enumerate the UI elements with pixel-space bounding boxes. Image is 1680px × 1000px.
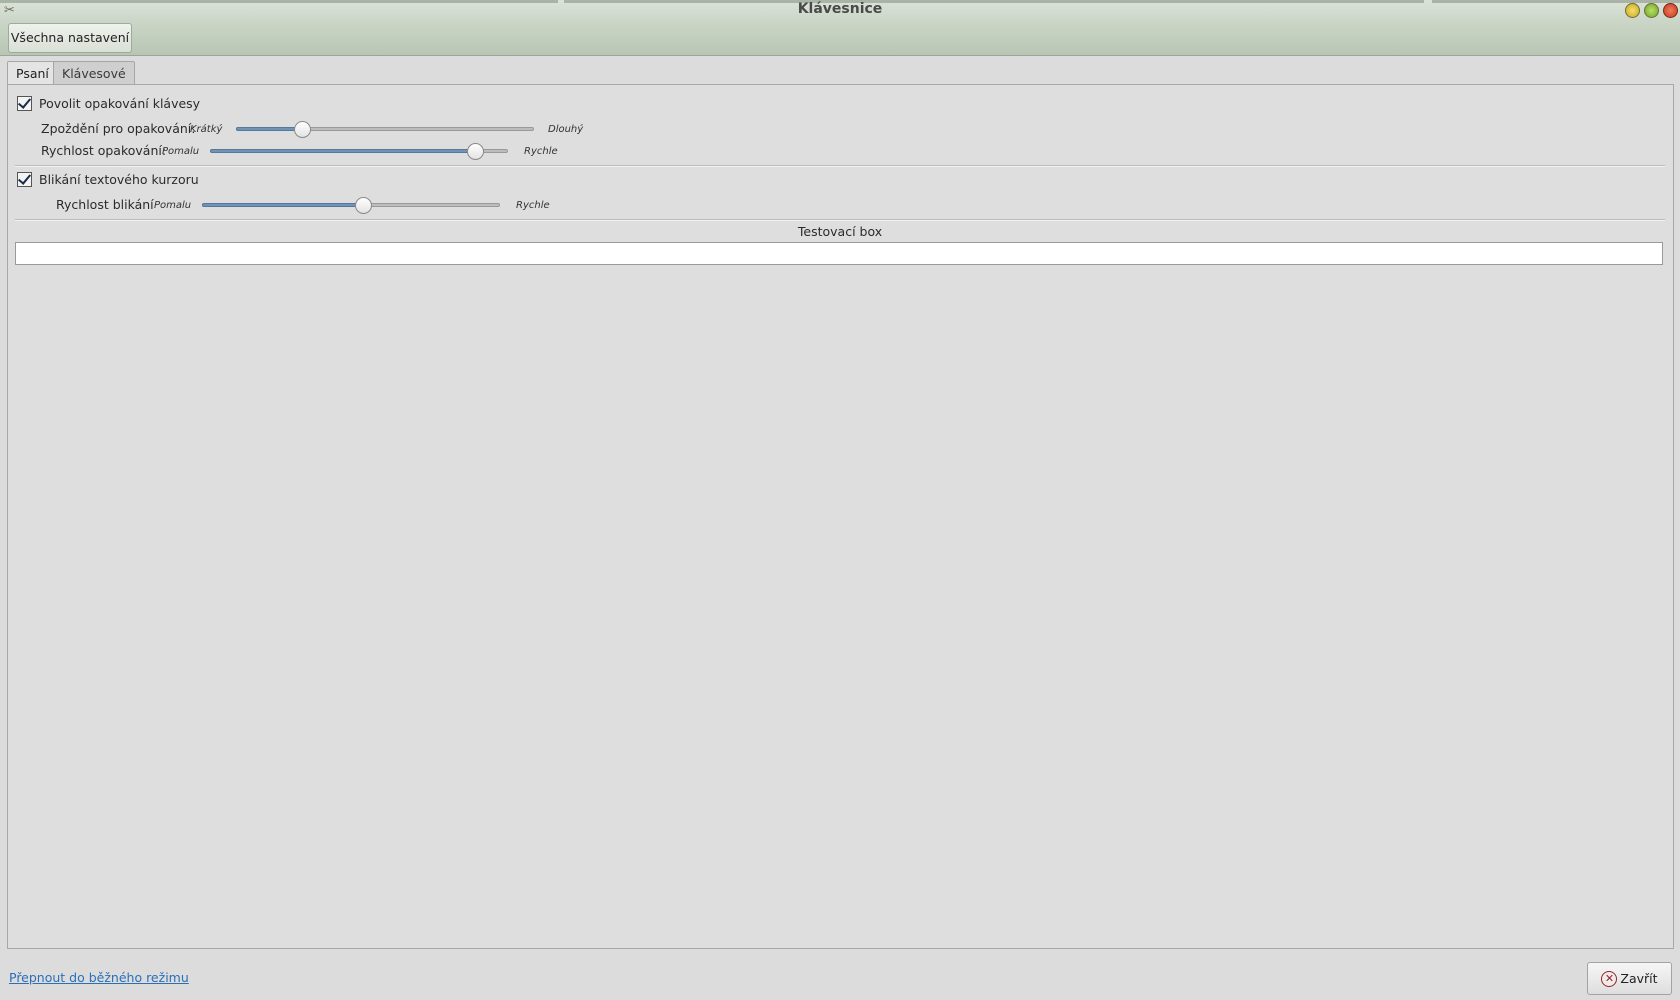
switch-normal-mode-link[interactable]: Přepnout do běžného režimu bbox=[9, 970, 189, 985]
window-title: Klávesnice bbox=[797, 1, 883, 17]
slider-handle[interactable] bbox=[293, 121, 311, 138]
maximize-icon[interactable] bbox=[1644, 3, 1659, 18]
blink-speed-slider[interactable] bbox=[202, 197, 500, 214]
cursor-blink-checkbox-row[interactable]: Blikání textového kurzoru bbox=[17, 172, 199, 187]
repeat-speed-slider[interactable] bbox=[210, 143, 508, 160]
repeat-keys-checkbox[interactable] bbox=[17, 96, 32, 111]
tab-typing[interactable]: Psaní bbox=[7, 61, 58, 86]
repeat-keys-checkbox-row[interactable]: Povolit opakování klávesy bbox=[17, 96, 200, 111]
test-box-label: Testovací box bbox=[797, 224, 883, 239]
tab-shortcuts[interactable]: Klávesové zkratky bbox=[53, 61, 135, 104]
slider-fill bbox=[236, 127, 302, 131]
blink-speed-max-label: Rychle bbox=[516, 200, 550, 211]
section-divider bbox=[15, 165, 1665, 167]
typing-panel bbox=[7, 84, 1674, 949]
close-icon: ✕ bbox=[1601, 970, 1618, 987]
section-divider bbox=[15, 219, 1665, 221]
minimize-icon[interactable] bbox=[1625, 3, 1640, 18]
repeat-delay-max-label: Dlouhý bbox=[548, 124, 584, 135]
close-button[interactable]: ✕ Zavřít bbox=[1587, 962, 1672, 995]
close-window-icon[interactable] bbox=[1663, 3, 1678, 18]
all-settings-button[interactable]: Všechna nastavení bbox=[8, 23, 132, 53]
test-box-input[interactable] bbox=[15, 242, 1663, 265]
slider-fill bbox=[210, 149, 476, 153]
repeat-speed-label: Rychlost opakování: bbox=[41, 143, 167, 158]
slider-fill bbox=[202, 203, 363, 207]
cursor-blink-checkbox[interactable] bbox=[17, 172, 32, 187]
repeat-delay-min-label: Krátký bbox=[190, 124, 223, 135]
close-button-label: Zavřít bbox=[1620, 971, 1658, 986]
repeat-speed-min-label: Pomalu bbox=[162, 146, 200, 157]
repeat-speed-max-label: Rychle bbox=[524, 146, 558, 157]
slider-handle[interactable] bbox=[354, 197, 372, 214]
repeat-delay-label: Zpoždění pro opakování: bbox=[41, 121, 196, 136]
window-titlebar[interactable]: ✂ Klávesnice Všechna nastavení bbox=[0, 0, 1680, 56]
blink-speed-min-label: Pomalu bbox=[154, 200, 192, 211]
repeat-delay-slider[interactable] bbox=[236, 121, 534, 138]
repeat-keys-label: Povolit opakování klávesy bbox=[39, 96, 201, 111]
blink-speed-label: Rychlost blikání bbox=[56, 197, 154, 212]
cursor-blink-label: Blikání textového kurzoru bbox=[39, 172, 199, 187]
slider-handle[interactable] bbox=[467, 143, 485, 160]
